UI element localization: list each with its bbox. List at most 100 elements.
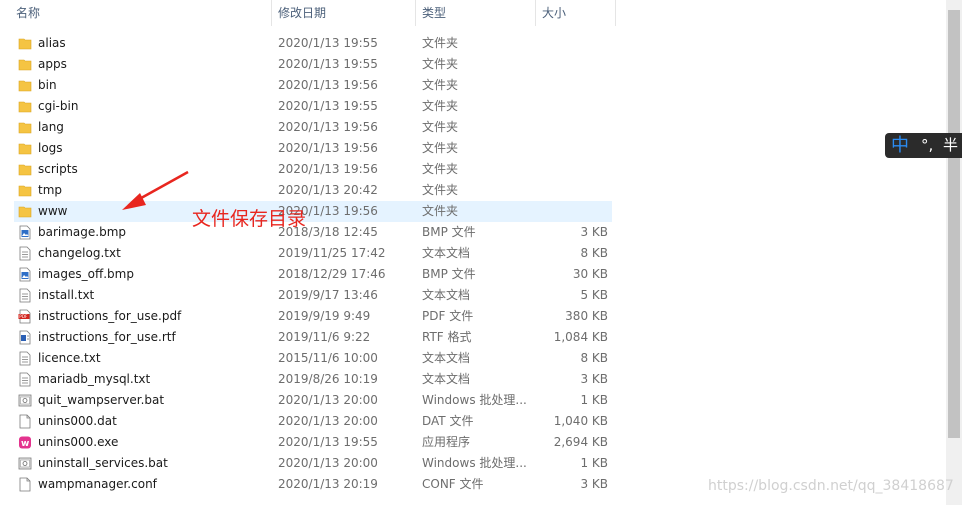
file-row-bin[interactable]: bin 2020/1/13 19:56 文件夹	[14, 75, 612, 96]
column-header-type[interactable]: 类型	[416, 0, 536, 26]
file-row-lang[interactable]: lang 2020/1/13 19:56 文件夹	[14, 117, 612, 138]
text-file-icon	[18, 288, 32, 303]
ime-status-bar[interactable]: 中 °, 半	[885, 133, 962, 158]
file-row-barimage-bmp[interactable]: barimage.bmp 2018/3/18 12:45 BMP 文件 3 KB	[14, 222, 612, 243]
folder-icon	[18, 120, 32, 135]
blank-file-icon	[18, 414, 32, 429]
file-row-unins000-exe[interactable]: w unins000.exe 2020/1/13 19:55 应用程序 2,694 KB	[14, 432, 612, 453]
pdf-file-icon: PDF	[18, 309, 32, 324]
wamp-exe-icon: w	[18, 435, 32, 450]
file-row-logs[interactable]: logs 2020/1/13 19:56 文件夹	[14, 138, 612, 159]
text-file-icon	[18, 351, 32, 366]
file-size	[524, 33, 608, 54]
file-modified-date: 2019/9/17 13:46	[278, 288, 378, 302]
column-header-type-label: 类型	[422, 6, 447, 20]
file-row-images-off-bmp[interactable]: images_off.bmp 2018/12/29 17:46 BMP 文件 30 K…	[14, 264, 612, 285]
file-modified-date: 2019/9/19 9:49	[278, 309, 371, 323]
ime-half-width-toggle[interactable]: 半	[943, 133, 958, 158]
file-modified-date: 2020/1/13 19:55	[278, 57, 378, 71]
rtf-file-icon	[18, 330, 32, 345]
file-modified-date: 2020/1/13 19:56	[278, 78, 378, 92]
file-row-scripts[interactable]: scripts 2020/1/13 19:56 文件夹	[14, 159, 612, 180]
folder-icon	[18, 162, 32, 177]
file-modified-date: 2018/12/29 17:46	[278, 267, 386, 281]
blank-file-icon	[18, 477, 32, 492]
file-name: logs	[38, 141, 63, 155]
file-size: 1 KB	[580, 393, 608, 407]
file-size	[524, 75, 608, 96]
file-row-alias[interactable]: alias 2020/1/13 19:55 文件夹	[14, 33, 612, 54]
file-size	[524, 96, 608, 117]
file-name: bin	[38, 78, 57, 92]
file-modified-date: 2019/8/26 10:19	[278, 372, 378, 386]
file-size: 380 KB	[565, 309, 608, 323]
file-modified-date: 2020/1/13 19:56	[278, 120, 378, 134]
file-size: 8 KB	[580, 246, 608, 260]
file-size: 8 KB	[580, 351, 608, 365]
file-size	[524, 159, 608, 180]
file-modified-date: 2020/1/13 19:56	[278, 162, 378, 176]
file-row-wampmanager-conf[interactable]: wampmanager.conf 2020/1/13 20:19 CONF 文件 3 …	[14, 474, 612, 495]
column-header-name-label: 名称	[16, 6, 41, 20]
file-row-instructions-for-use-rtf[interactable]: instructions_for_use.rtf 2019/11/6 9:22 RT…	[14, 327, 612, 348]
file-name: mariadb_mysql.txt	[38, 372, 151, 386]
file-modified-date: 2020/1/13 20:00	[278, 456, 378, 470]
file-modified-date: 2020/1/13 19:55	[278, 99, 378, 113]
folder-icon	[18, 183, 32, 198]
file-row-changelog-txt[interactable]: changelog.txt 2019/11/25 17:42 文本文档 8 KB	[14, 243, 612, 264]
file-name: uninstall_services.bat	[38, 456, 168, 470]
file-row-unins000-dat[interactable]: unins000.dat 2020/1/13 20:00 DAT 文件 1,040 K…	[14, 411, 612, 432]
ime-punctuation-toggle[interactable]: °,	[921, 133, 933, 158]
file-size	[524, 138, 608, 159]
file-size: 2,694 KB	[553, 435, 608, 449]
file-row-instructions-for-use-pdf[interactable]: PDF instructions_for_use.pdf 2019/9/19 9:4…	[14, 306, 612, 327]
file-size: 3 KB	[580, 225, 608, 239]
folder-icon	[18, 57, 32, 72]
file-row-install-txt[interactable]: install.txt 2019/9/17 13:46 文本文档 5 KB	[14, 285, 612, 306]
file-row-quit-wampserver-bat[interactable]: quit_wampserver.bat 2020/1/13 20:00 Window…	[14, 390, 612, 411]
file-row-cgi-bin[interactable]: cgi-bin 2020/1/13 19:55 文件夹	[14, 96, 612, 117]
scrollbar-thumb[interactable]	[948, 10, 960, 438]
file-size	[524, 180, 608, 201]
watermark-text: https://blog.csdn.net/qq_38418687	[708, 478, 954, 494]
column-header-name[interactable]: 名称 ^	[10, 0, 272, 26]
file-size: 30 KB	[572, 267, 608, 281]
file-modified-date: 2020/1/13 19:55	[278, 36, 378, 50]
red-arrow-annotation	[122, 170, 189, 210]
file-name: unins000.dat	[38, 414, 117, 428]
arrow-head	[122, 193, 146, 210]
file-size: 3 KB	[580, 372, 608, 386]
file-size: 3 KB	[580, 477, 608, 491]
file-name: licence.txt	[38, 351, 101, 365]
file-name: images_off.bmp	[38, 267, 134, 281]
folder-icon	[18, 78, 32, 93]
file-size: 1,084 KB	[553, 330, 608, 344]
file-name: changelog.txt	[38, 246, 121, 260]
file-row-licence-txt[interactable]: licence.txt 2015/11/6 10:00 文本文档 8 KB	[14, 348, 612, 369]
file-size: 5 KB	[580, 288, 608, 302]
file-modified-date: 2020/1/13 20:00	[278, 414, 378, 428]
file-name: instructions_for_use.rtf	[38, 330, 176, 344]
column-header-bar: 名称 ^ 修改日期 类型 大小	[0, 0, 946, 26]
file-modified-date: 2020/1/13 19:55	[278, 435, 378, 449]
folder-icon	[18, 141, 32, 156]
file-modified-date: 2019/11/6 9:22	[278, 330, 371, 344]
svg-text:w: w	[21, 439, 29, 449]
image-file-icon	[18, 267, 32, 282]
file-row-apps[interactable]: apps 2020/1/13 19:55 文件夹	[14, 54, 612, 75]
file-name: apps	[38, 57, 67, 71]
file-row-tmp[interactable]: tmp 2020/1/13 20:42 文件夹	[14, 180, 612, 201]
column-header-date-label: 修改日期	[278, 6, 327, 20]
column-header-date[interactable]: 修改日期	[272, 0, 416, 26]
column-header-size[interactable]: 大小	[536, 0, 616, 26]
file-modified-date: 2020/1/13 20:19	[278, 477, 378, 491]
column-header-size-label: 大小	[542, 6, 567, 20]
file-row-mariadb-mysql-txt[interactable]: mariadb_mysql.txt 2019/8/26 10:19 文本文档 3 KB	[14, 369, 612, 390]
file-row-www[interactable]: www 2020/1/13 19:56 文件夹	[14, 201, 612, 222]
vertical-scrollbar[interactable]	[946, 0, 962, 505]
folder-icon	[18, 99, 32, 114]
ime-chinese-mode-icon[interactable]: 中	[891, 133, 909, 158]
file-row-uninstall-services-bat[interactable]: uninstall_services.bat 2020/1/13 20:00 Win…	[14, 453, 612, 474]
text-file-icon	[18, 246, 32, 261]
file-name: lang	[38, 120, 64, 134]
